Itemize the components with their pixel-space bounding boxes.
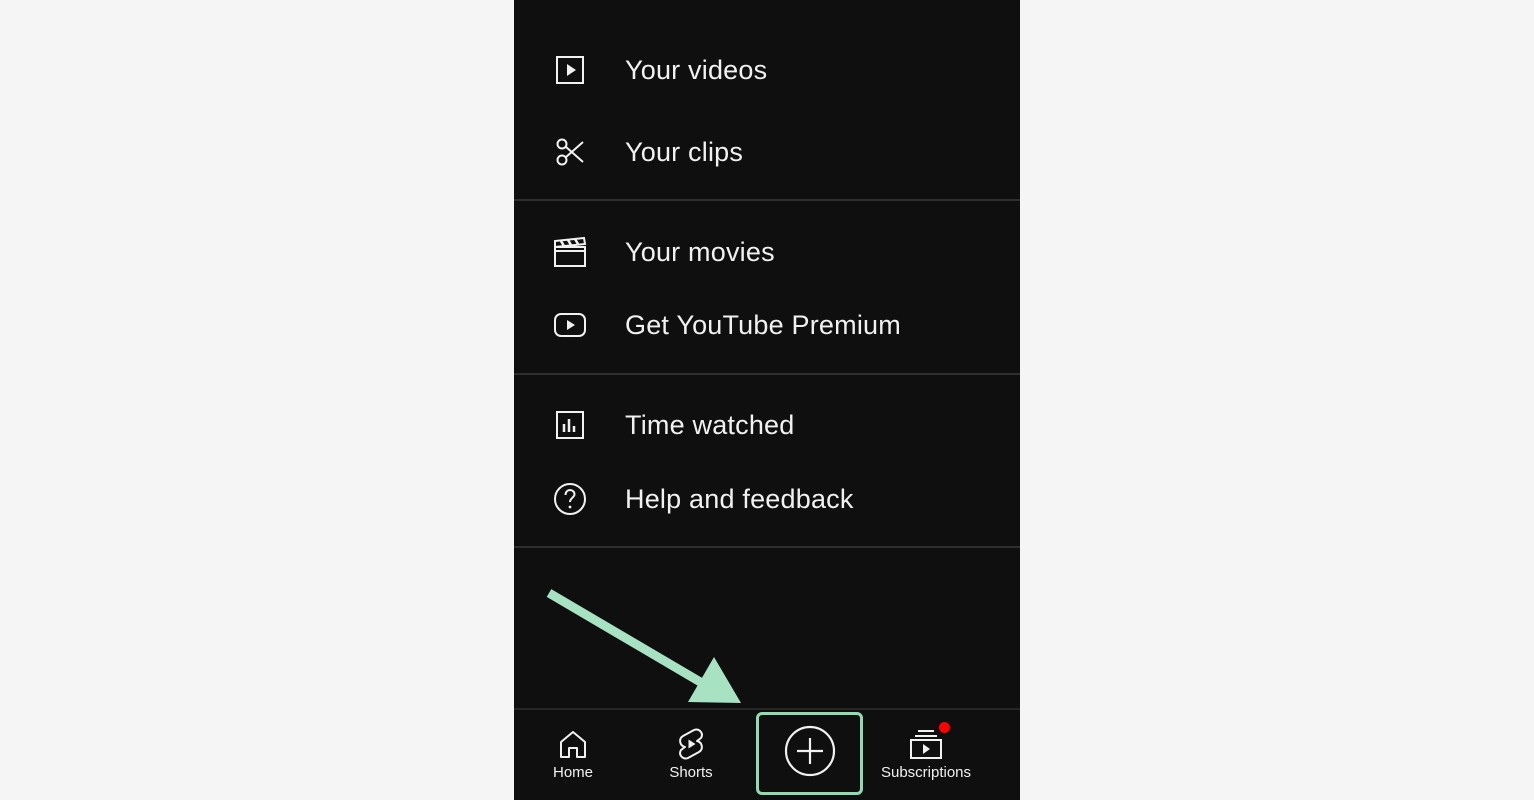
nav-shorts-label: Shorts — [669, 764, 713, 781]
shorts-icon — [673, 726, 709, 762]
bar-chart-icon — [552, 407, 588, 443]
nav-shorts[interactable]: Shorts — [660, 710, 722, 800]
subscriptions-icon — [908, 722, 950, 762]
nav-subscriptions-label: Subscriptions — [880, 764, 972, 781]
nav-subscriptions[interactable]: Subscriptions — [876, 710, 976, 800]
menu-item-get-youtube-premium[interactable]: Get YouTube Premium — [514, 295, 1020, 355]
create-button[interactable] — [756, 712, 863, 795]
menu-item-your-videos[interactable]: Your videos — [514, 40, 1020, 100]
menu-item-label: Your clips — [625, 136, 744, 167]
youtube-logo-icon — [552, 307, 588, 343]
play-square-icon — [552, 52, 588, 88]
home-icon — [555, 726, 591, 762]
scissors-icon — [552, 134, 588, 170]
menu-divider — [514, 373, 1020, 375]
menu-item-time-watched[interactable]: Time watched — [514, 395, 1020, 455]
menu-item-your-clips[interactable]: Your clips — [514, 122, 1020, 182]
menu-item-label: Your videos — [625, 54, 768, 85]
menu-item-label: Help and feedback — [625, 483, 854, 514]
menu-divider — [514, 546, 1020, 548]
clapperboard-icon — [552, 234, 588, 270]
plus-circle-icon — [784, 725, 836, 782]
nav-home-label: Home — [552, 764, 593, 781]
menu-item-label: Your movies — [625, 236, 775, 267]
bottom-navigation-bar: Home Shorts Subscriptions — [514, 708, 1020, 800]
menu-item-label: Time watched — [625, 409, 795, 440]
menu-item-your-movies[interactable]: Your movies — [514, 222, 1020, 282]
notification-dot — [939, 722, 950, 733]
youtube-app-screen: Your videos Your clips Your movies Get Y… — [514, 0, 1020, 800]
help-circle-icon — [552, 481, 588, 517]
menu-divider — [514, 199, 1020, 201]
nav-home[interactable]: Home — [540, 710, 606, 800]
menu-item-label: Get YouTube Premium — [625, 309, 901, 340]
menu-item-help-and-feedback[interactable]: Help and feedback — [514, 469, 1020, 529]
